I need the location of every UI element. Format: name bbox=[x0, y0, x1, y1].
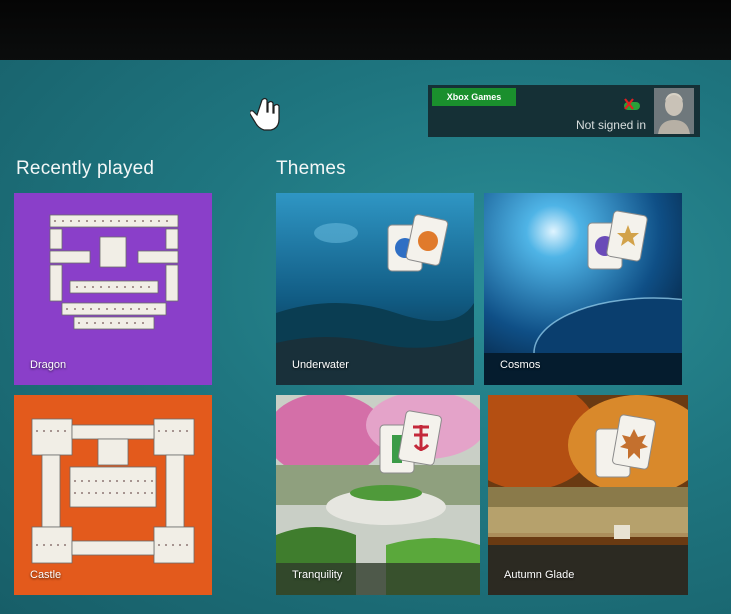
hand-pointer-icon bbox=[250, 97, 280, 131]
underwater-scene-icon bbox=[276, 193, 474, 385]
recently-played-heading: Recently played bbox=[16, 158, 155, 179]
theme-tile-cosmos[interactable]: Cosmos bbox=[484, 193, 682, 385]
autumn-glade-scene-icon bbox=[488, 395, 688, 595]
castle-layout-icon bbox=[31, 418, 195, 564]
theme-tile-tranquility[interactable]: Tranquility bbox=[276, 395, 480, 595]
theme-tile-autumn-glade[interactable]: Autumn Glade bbox=[488, 395, 688, 595]
controller-disconnected-icon bbox=[624, 98, 640, 110]
tile-label: Cosmos bbox=[500, 359, 541, 371]
tile-label: Tranquility bbox=[292, 569, 343, 581]
tile-label: Autumn Glade bbox=[504, 569, 575, 581]
recent-tile-dragon[interactable]: Dragon bbox=[14, 193, 212, 385]
account-panel[interactable]: Xbox Games Not signed in bbox=[428, 85, 700, 137]
mahjong-home-screen: Xbox Games Not signed in Recently played… bbox=[0, 60, 731, 614]
user-avatar-icon[interactable] bbox=[654, 88, 694, 134]
dragon-layout-icon bbox=[49, 214, 179, 330]
theme-tile-underwater[interactable]: Underwater bbox=[276, 193, 474, 385]
xbox-games-badge: Xbox Games bbox=[432, 88, 516, 106]
recent-tile-castle[interactable]: Castle bbox=[14, 395, 212, 595]
monitor-bezel bbox=[0, 0, 731, 62]
tile-label: Castle bbox=[30, 569, 62, 581]
tile-label: Dragon bbox=[30, 359, 67, 371]
tile-label: Underwater bbox=[292, 359, 349, 371]
sign-in-status: Not signed in bbox=[575, 118, 646, 132]
themes-heading: Themes bbox=[276, 158, 346, 179]
cosmos-scene-icon bbox=[484, 193, 682, 385]
tranquility-scene-icon bbox=[276, 395, 480, 595]
